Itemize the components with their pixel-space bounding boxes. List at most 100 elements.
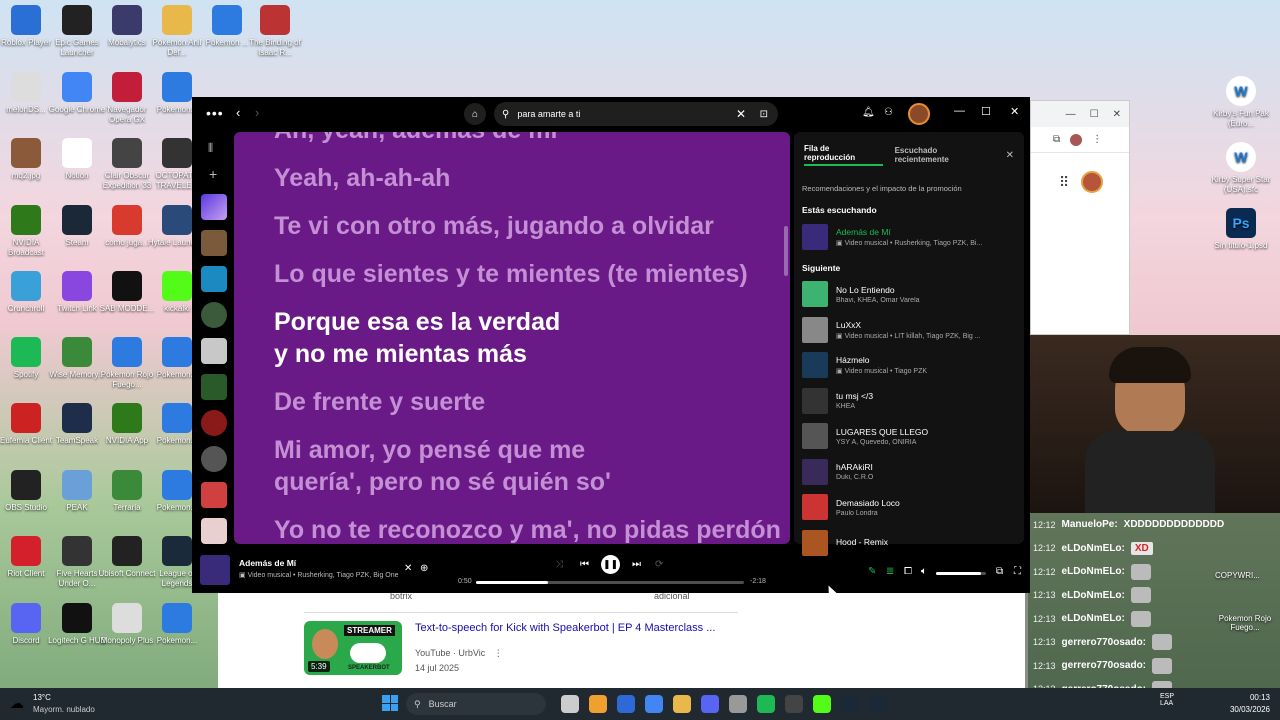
pause-button[interactable]: ❚❚ [601, 555, 620, 574]
shuffle-icon[interactable]: ⤨ [555, 559, 563, 570]
lyric-line[interactable]: De frente y suerte [234, 386, 790, 418]
snipping-icon[interactable] [729, 695, 747, 713]
playlist-tile[interactable] [201, 482, 227, 508]
add-icon[interactable]: + [209, 166, 230, 182]
minimize-icon[interactable]: — [1066, 109, 1076, 120]
profile-icon[interactable] [1070, 133, 1083, 146]
lyric-line[interactable]: Te vi con otro más, jugando a olvidar [234, 210, 790, 242]
now-playing-item[interactable]: Además de Mí ▣ Video musical • Rusherkin… [794, 219, 1024, 255]
playlist-tile[interactable] [201, 374, 227, 400]
liked-songs-tile[interactable] [201, 194, 227, 220]
language-indicator[interactable]: ESP LAA [1160, 693, 1174, 707]
queue-item[interactable]: No Lo Entiendo Bhavi, KHEA, Omar Varela [794, 277, 1024, 313]
playlist-tile[interactable] [201, 338, 227, 364]
queue-item[interactable]: LuXxX ▣ Video musical • LIT killah, Tiago… [794, 312, 1024, 348]
lyrics-scrollbar[interactable] [784, 226, 788, 276]
video-thumbnail[interactable]: STREAMER SPEAKERBOT 5:39 [304, 621, 402, 675]
progress-bar[interactable] [476, 581, 744, 584]
close-queue-icon[interactable]: ✕ [1006, 150, 1014, 161]
store-icon[interactable] [617, 695, 635, 713]
browse-icon[interactable]: ⊡ [760, 109, 768, 120]
tab-recent[interactable]: Escuchado recientemente [895, 146, 994, 164]
desktop-right-icon[interactable]: W Kirby Super Star (USA).sfc [1211, 142, 1271, 195]
weather-icon[interactable]: ☁ [10, 695, 24, 712]
profile-avatar[interactable] [908, 103, 930, 125]
task-view-icon[interactable] [561, 695, 579, 713]
search-input[interactable]: ⚲ para amarte a ti ✕ ⊡ [494, 102, 778, 126]
close-icon[interactable]: ✕ [1010, 105, 1019, 118]
queue-item[interactable]: Házmelo ▣ Video musical • Tiago PZK [794, 348, 1024, 384]
repeat-icon[interactable]: ⟳ [655, 559, 663, 570]
avatar[interactable] [1081, 171, 1104, 193]
kick-icon[interactable] [813, 695, 831, 713]
artist-tile[interactable] [201, 302, 227, 328]
lyric-line-active[interactable]: Porque esa es la verdad y no me mientas … [234, 306, 790, 370]
add-to-playlist-icon[interactable]: ⊕ [420, 563, 428, 574]
desktop-right-icon[interactable]: W Kirby's Fun Pak (Euro... [1211, 76, 1271, 129]
copilot-icon[interactable] [589, 695, 607, 713]
bell-icon[interactable]: 🔔︎ [862, 107, 875, 118]
current-track-art[interactable] [200, 555, 230, 585]
artist-tile[interactable] [201, 410, 227, 436]
spotify-window[interactable]: ••• ‹ › ⌂ ⚲ para amarte a ti ✕ ⊡ 🔔︎ ⚇ — … [192, 97, 1030, 593]
clear-search-icon[interactable]: ✕ [736, 107, 746, 121]
desktop-icon[interactable]: Pokemon... [147, 603, 207, 656]
desktop-icon[interactable]: The Binding of Isaac R... [245, 5, 305, 58]
lyric-line[interactable]: Lo que sientes y te mientes (te mientes) [234, 258, 790, 290]
video-title-link[interactable]: Text-to-speech for Kick with Speakerbot … [415, 622, 715, 634]
apps-grid-icon[interactable]: ⠿ [1059, 174, 1069, 191]
playlist-tile[interactable] [201, 518, 227, 544]
terminal-icon[interactable] [841, 695, 859, 713]
tab-queue[interactable]: Fila de reproducción [804, 144, 883, 166]
connect-device-icon[interactable]: ⧠ [904, 566, 912, 577]
library-icon[interactable]: ⫴ [208, 141, 230, 156]
windows-start-icon[interactable] [382, 695, 398, 711]
lyric-line[interactable]: Mi amor, yo pensé que me quería', pero n… [234, 434, 790, 498]
taskbar-search[interactable]: ⚲ Buscar [406, 693, 546, 715]
clock-date[interactable]: 30/03/2026 [1222, 705, 1270, 714]
webcam-overlay [1025, 335, 1280, 513]
menu-icon[interactable]: ⋮ [1092, 134, 1102, 145]
lyric-line[interactable]: Ah, yeah, además de mí [234, 132, 790, 146]
previous-icon[interactable]: ⏮︎ [580, 559, 589, 570]
artist-tile[interactable] [201, 446, 227, 472]
spotify-icon[interactable] [757, 695, 775, 713]
menu-dots-icon[interactable]: ••• [206, 105, 224, 121]
maximize-icon[interactable]: ☐ [981, 105, 991, 118]
close-icon[interactable]: ✕ [1113, 109, 1121, 120]
fullscreen-icon[interactable]: ⛶ [1014, 566, 1021, 577]
extensions-icon[interactable]: ⧉ [1053, 134, 1060, 145]
lyric-line[interactable]: Yeah, ah-ah-ah [234, 162, 790, 194]
friends-activity-icon[interactable]: ⚇ [884, 107, 893, 118]
forward-arrow-icon[interactable]: › [255, 105, 259, 120]
queue-item[interactable]: LUGARES QUE LLEGO YSY A, Quevedo, ONIRIA [794, 419, 1024, 455]
promo-text[interactable]: Recomendaciones y el impacto de la promo… [794, 178, 1024, 201]
file-explorer-icon[interactable] [673, 695, 691, 713]
minimize-icon[interactable]: — [954, 105, 965, 117]
obs-icon[interactable] [785, 695, 803, 713]
steam-icon[interactable] [869, 695, 887, 713]
mini-player-icon[interactable]: ⧉ [996, 566, 1003, 577]
more-options-icon[interactable]: ⋮ [494, 648, 503, 658]
playlist-tile[interactable] [201, 230, 227, 256]
chrome-icon[interactable] [645, 695, 663, 713]
desktop-right-icon[interactable]: Ps Sin titulo-1.psd [1211, 208, 1271, 261]
queue-item[interactable]: Demasiado Loco Paulo Londra [794, 490, 1024, 526]
discord-icon[interactable] [701, 695, 719, 713]
current-track-title[interactable]: Además de Mí [239, 558, 296, 568]
volume-slider[interactable] [936, 572, 986, 575]
queue-item[interactable]: tu msj </3 KHEA [794, 383, 1024, 419]
close-video-icon[interactable]: ✕ [404, 563, 412, 574]
home-icon[interactable]: ⌂ [464, 103, 486, 125]
playlist-tile[interactable] [201, 266, 227, 292]
background-chrome-window[interactable]: — ☐ ✕ ⧉ ⋮ ⠿ [1030, 100, 1130, 335]
back-arrow-icon[interactable]: ‹ [236, 105, 240, 120]
next-icon[interactable]: ⏭︎ [632, 559, 641, 570]
queue-item[interactable]: hARAkiRI Duki, C.R.O [794, 454, 1024, 490]
queue-icon[interactable]: ≣ [886, 566, 894, 577]
lyric-line[interactable]: Yo no te reconozco y ma', no pidas perdó… [234, 514, 790, 544]
clock-time[interactable]: 00:13 [1222, 693, 1270, 702]
lyrics-icon[interactable]: ✎ [868, 566, 876, 577]
volume-icon[interactable]: 🔈︎ [921, 566, 927, 577]
maximize-icon[interactable]: ☐ [1090, 109, 1099, 120]
